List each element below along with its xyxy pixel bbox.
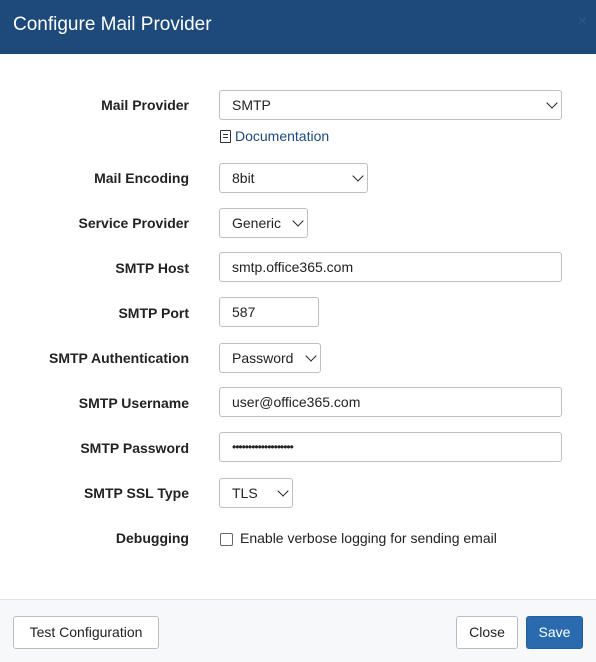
dialog-header: Configure Mail Provider ×: [0, 0, 596, 54]
chevron-down-icon: [546, 97, 558, 109]
smtp-host-label: SMTP Host: [115, 260, 189, 276]
smtp-authentication-label: SMTP Authentication: [49, 350, 189, 366]
mail-encoding-value: 8bit: [232, 170, 255, 186]
chevron-down-icon: [305, 350, 317, 362]
close-icon[interactable]: ×: [578, 12, 587, 32]
documentation-link-label: Documentation: [235, 128, 330, 144]
smtp-username-input[interactable]: user@office365.com: [219, 387, 562, 417]
dialog-title: Configure Mail Provider: [13, 14, 212, 35]
chevron-down-icon: [352, 170, 364, 182]
chevron-down-icon: [292, 215, 304, 227]
smtp-host-input[interactable]: smtp.office365.com: [219, 252, 562, 282]
chevron-down-icon: [277, 485, 289, 497]
test-configuration-button[interactable]: Test Configuration: [13, 616, 159, 649]
smtp-authentication-select[interactable]: Password: [219, 343, 321, 373]
smtp-ssl-type-value: TLS: [232, 485, 258, 501]
smtp-password-input[interactable]: •••••••••••••••••••: [219, 432, 562, 462]
mail-provider-value: SMTP: [232, 97, 271, 113]
save-button[interactable]: Save: [526, 616, 583, 649]
debugging-label: Debugging: [115, 530, 189, 546]
verbose-logging-checkbox-label[interactable]: Enable verbose logging for sending email: [240, 530, 497, 546]
mail-encoding-select[interactable]: 8bit: [219, 163, 368, 193]
documentation-link[interactable]: Documentation: [220, 128, 329, 144]
mail-encoding-label: Mail Encoding: [94, 170, 189, 186]
mail-provider-label: Mail Provider: [101, 97, 189, 113]
service-provider-value: Generic: [232, 215, 282, 231]
dialog-footer: Test Configuration Close Save: [0, 599, 596, 662]
smtp-ssl-type-label: SMTP SSL Type: [83, 485, 189, 501]
smtp-authentication-value: Password: [232, 350, 294, 366]
smtp-username-label: SMTP Username: [78, 395, 189, 411]
verbose-logging-checkbox[interactable]: [220, 533, 233, 546]
smtp-ssl-type-select[interactable]: TLS: [219, 478, 293, 508]
service-provider-label: Service Provider: [78, 215, 189, 231]
mail-provider-select[interactable]: SMTP: [219, 90, 562, 120]
smtp-password-label: SMTP Password: [80, 440, 189, 456]
smtp-port-label: SMTP Port: [118, 305, 189, 321]
close-button[interactable]: Close: [456, 616, 518, 649]
service-provider-select[interactable]: Generic: [219, 208, 308, 238]
document-icon: [220, 130, 231, 143]
configure-mail-provider-dialog: Configure Mail Provider × Mail Provider …: [0, 0, 596, 662]
smtp-port-input[interactable]: 587: [219, 297, 319, 327]
